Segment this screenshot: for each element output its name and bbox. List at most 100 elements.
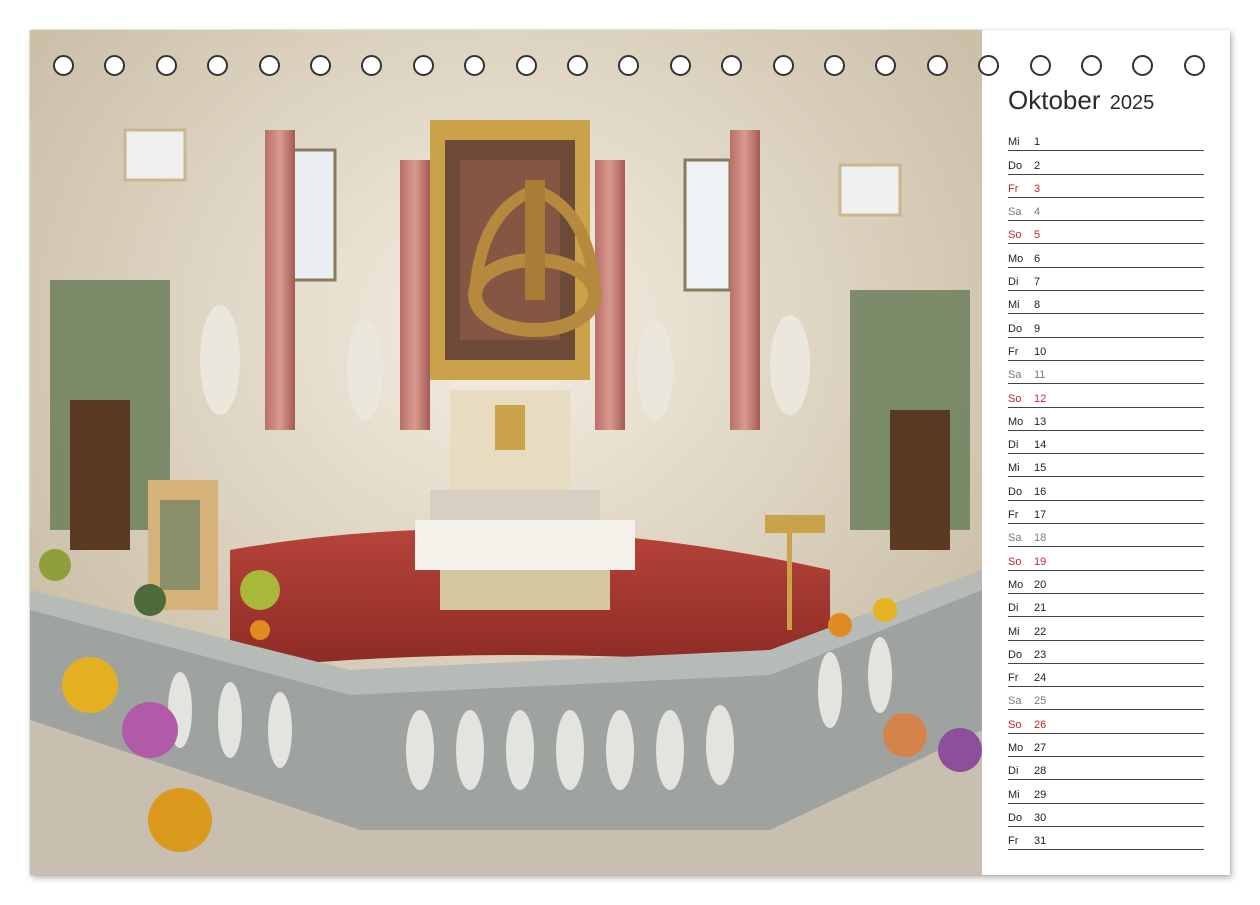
weekday-label: So [1008,555,1022,568]
day-row: Mi 1 [1008,130,1204,152]
day-row: Di 14 [1008,433,1204,455]
day-row: Do 9 [1008,316,1204,338]
weekday-label: Fr [1008,182,1019,195]
day-row: Sa 25 [1008,689,1204,711]
weekday-label: Mi [1008,299,1020,312]
weekday-label: Fr [1008,509,1019,522]
weekday-label: Mo [1008,252,1024,265]
weekday-label: Do [1008,322,1023,335]
day-number: 24 [1034,672,1047,685]
weekday-label: Do [1008,648,1023,661]
day-row: Mo 27 [1008,736,1204,758]
calendar-page: Oktober 2025 Mi 1 Do 2 Fr 3 Sa 4 So 5 Mo 6 Di 7 Mi 8 Do 9… [30,30,1230,875]
weekday-label: Mi [1008,625,1020,638]
day-number: 19 [1034,555,1047,568]
day-number: 11 [1034,369,1046,382]
weekday-label: Di [1008,276,1019,289]
day-number: 8 [1034,299,1041,312]
day-number: 1 [1034,136,1041,149]
day-row: Sa 18 [1008,526,1204,548]
weekday-label: Mo [1008,742,1024,755]
day-row: Sa 4 [1008,200,1204,222]
day-row: Fr 17 [1008,503,1204,525]
day-number: 15 [1034,462,1047,475]
weekday-label: Di [1008,602,1019,615]
calendar-panel: Oktober 2025 Mi 1 Do 2 Fr 3 Sa 4 So 5 Mo 6 Di 7 Mi 8 Do 9… [982,30,1230,875]
day-number: 26 [1034,718,1047,731]
day-row: So 19 [1008,549,1204,571]
day-number: 5 [1034,229,1041,242]
weekday-label: Di [1008,439,1019,452]
day-number: 27 [1034,742,1047,755]
day-row: Fr 10 [1008,340,1204,361]
day-row: Do 30 [1008,806,1204,827]
day-row: Mo 13 [1008,410,1204,431]
day-number: 14 [1034,439,1047,452]
day-number: 21 [1034,602,1047,615]
weekday-label: Fr [1008,345,1019,358]
day-row: Di 28 [1008,759,1204,781]
day-row: Mi 15 [1008,456,1204,478]
day-row: Sa 11 [1008,363,1204,385]
weekday-label: Mi [1008,788,1020,801]
day-list: Mi 1 Do 2 Fr 3 Sa 4 So 5 Mo 6 Di 7 Mi 8 Do 9 Fr 10 Sa 11 So 12 M… [1008,130,1204,852]
weekday-label: Sa [1008,532,1022,545]
day-number: 3 [1034,182,1041,195]
weekday-label: Sa [1008,695,1022,708]
baroque-altar-illustration [30,30,982,875]
year-label: 2025 [1109,92,1155,114]
day-number: 12 [1034,392,1047,405]
day-number: 7 [1034,276,1041,289]
month-name: Oktober [1008,85,1101,115]
weekday-label: Do [1008,811,1023,824]
day-row: Di 7 [1008,270,1204,292]
day-row: Di 21 [1008,596,1204,618]
day-row: Mo 20 [1008,573,1204,594]
day-number: 18 [1034,532,1047,545]
day-number: 29 [1034,788,1047,801]
day-row: Do 2 [1008,153,1204,175]
day-row: Do 16 [1008,479,1204,501]
day-number: 17 [1034,509,1047,522]
day-number: 22 [1034,625,1047,638]
day-row: So 5 [1008,223,1204,245]
weekday-label: Di [1008,765,1019,778]
weekday-label: Sa [1008,206,1022,219]
day-number: 4 [1034,206,1041,219]
day-number: 23 [1034,648,1047,661]
day-row: Mi 22 [1008,619,1204,641]
day-number: 28 [1034,765,1047,778]
day-row: Fr 24 [1008,666,1204,688]
day-row: Mo 6 [1008,246,1204,268]
day-number: 6 [1034,252,1041,265]
day-row: So 26 [1008,712,1204,734]
weekday-label: Mi [1008,136,1020,149]
weekday-label: Sa [1008,369,1022,382]
day-number: 13 [1034,415,1047,428]
weekday-label: So [1008,229,1022,242]
weekday-label: Fr [1008,835,1019,848]
weekday-label: Do [1008,159,1023,172]
day-number: 30 [1034,811,1047,824]
day-row: Fr 31 [1008,829,1204,851]
day-number: 10 [1034,345,1047,358]
weekday-label: So [1008,392,1022,405]
day-row: Do 23 [1008,643,1204,664]
weekday-label: Do [1008,485,1023,498]
day-row: Mi 29 [1008,782,1204,804]
month-title: Oktober 2025 [1008,85,1154,116]
day-number: 16 [1034,485,1047,498]
day-number: 2 [1034,159,1041,172]
day-number: 9 [1034,322,1041,335]
weekday-label: Fr [1008,672,1019,685]
day-number: 31 [1034,835,1047,848]
day-number: 20 [1034,578,1047,591]
day-row: Fr 3 [1008,177,1204,198]
weekday-label: Mi [1008,462,1020,475]
weekday-label: Mo [1008,415,1024,428]
day-row: Mi 8 [1008,293,1204,315]
weekday-label: So [1008,718,1022,731]
church-interior-photo [30,30,982,875]
day-number: 25 [1034,695,1047,708]
day-row: So 12 [1008,386,1204,408]
